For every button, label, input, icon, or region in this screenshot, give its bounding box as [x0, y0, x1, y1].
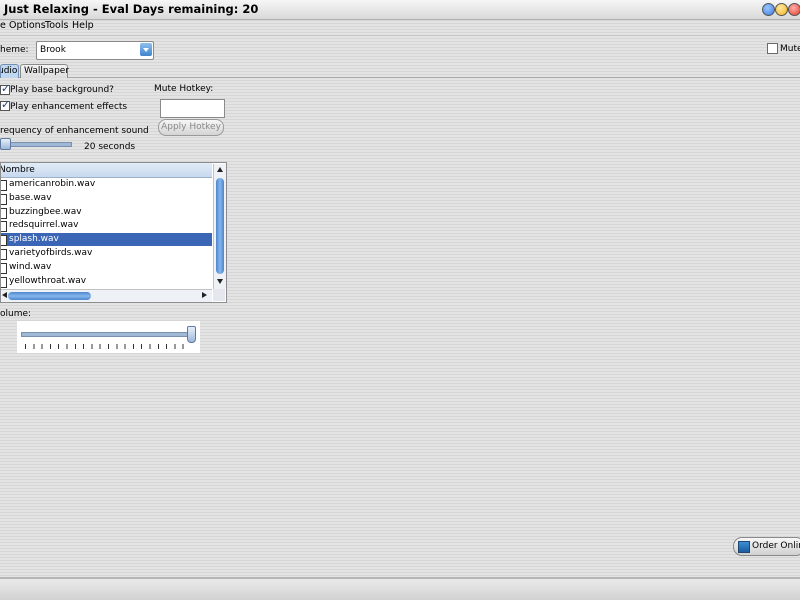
mute-label: Mute	[780, 44, 800, 54]
vertical-scroll-thumb[interactable]	[216, 178, 224, 274]
file-name: base.wav	[9, 192, 52, 203]
horizontal-scroll-thumb[interactable]	[8, 292, 91, 300]
play-base-label: Play base background?	[10, 85, 114, 95]
list-item[interactable]: splash.wav	[1, 233, 212, 247]
menu-bar: e Options Tools Help	[0, 19, 800, 34]
tab-audio[interactable]: udio	[0, 64, 19, 78]
tab-strip-divider	[0, 77, 800, 78]
theme-value: Brook	[40, 45, 66, 55]
minimize-icon[interactable]	[762, 3, 775, 16]
column-name-header: Nombre	[0, 165, 35, 175]
file-name: americanrobin.wav	[9, 179, 96, 189]
theme-select[interactable]: Brook	[36, 41, 154, 60]
chevron-down-icon[interactable]	[140, 43, 152, 56]
list-header[interactable]: Nombre	[1, 163, 212, 178]
file-name: varietyofbirds.wav	[9, 248, 93, 258]
file-icon	[1, 249, 7, 260]
play-effects-checkbox[interactable]	[0, 98, 10, 111]
volume-slider-thumb[interactable]	[187, 326, 196, 343]
file-name: redsquirrel.wav	[9, 220, 79, 231]
status-bar	[0, 579, 800, 600]
file-name: wind.wav	[9, 261, 52, 272]
maximize-icon[interactable]	[775, 3, 788, 16]
file-icon	[1, 235, 7, 247]
globe-icon	[738, 541, 750, 553]
title-bar: Just Relaxing - Eval Days remaining: 20	[0, 0, 800, 20]
file-name: yellowthroat.wav	[9, 275, 87, 286]
play-effects-label: Play enhancement effects	[10, 102, 128, 112]
mute-hotkey-label: Mute Hotkey:	[154, 84, 214, 94]
scroll-corner	[213, 289, 225, 301]
scroll-down-icon[interactable]	[217, 279, 223, 284]
vertical-scrollbar[interactable]	[213, 164, 226, 289]
list-item[interactable]: varietyofbirds.wav	[1, 247, 212, 260]
file-icon	[1, 276, 7, 288]
scroll-up-icon[interactable]	[217, 167, 223, 172]
play-base-checkbox[interactable]	[0, 82, 10, 95]
list-item[interactable]: americanrobin.wav	[1, 178, 212, 191]
window-title: Just Relaxing - Eval Days remaining: 20	[4, 2, 259, 16]
volume-slider-track[interactable]	[21, 332, 191, 337]
file-name: splash.wav	[9, 234, 59, 245]
order-online-label: Order Online	[752, 541, 800, 551]
volume-ticks	[25, 344, 191, 349]
frequency-slider-track[interactable]	[6, 142, 72, 147]
horizontal-scrollbar[interactable]	[1, 289, 212, 302]
menu-file[interactable]: e	[0, 20, 6, 31]
frequency-slider-thumb[interactable]	[0, 138, 11, 150]
order-online-button[interactable]: Order Online	[733, 537, 800, 556]
menu-help[interactable]: Help	[72, 20, 94, 31]
theme-label: heme:	[0, 45, 29, 55]
file-icon	[1, 207, 7, 219]
frequency-value: 20 seconds	[84, 142, 136, 152]
menu-tools[interactable]: Tools	[45, 20, 68, 31]
scroll-right-icon[interactable]	[202, 292, 207, 298]
file-icon	[1, 180, 7, 191]
volume-label: olume:	[0, 309, 32, 319]
mute-checkbox[interactable]	[767, 43, 778, 54]
apply-hotkey-label: Apply Hotkey	[161, 122, 221, 132]
sound-list[interactable]: Nombre americanrobin.wav base.wav buzzingb…	[0, 162, 227, 303]
file-name: buzzingbee.wav	[9, 206, 82, 217]
close-icon[interactable]	[788, 3, 800, 16]
mute-hotkey-input[interactable]	[160, 99, 225, 118]
menu-options[interactable]: Options	[9, 20, 46, 31]
list-item[interactable]: base.wav	[1, 192, 212, 205]
file-icon	[1, 221, 7, 233]
list-item[interactable]: wind.wav	[1, 261, 212, 274]
apply-hotkey-button[interactable]: Apply Hotkey	[158, 119, 224, 136]
list-item[interactable]: redsquirrel.wav	[1, 219, 212, 233]
scroll-left-icon[interactable]	[2, 292, 7, 298]
file-icon	[1, 262, 7, 274]
menu-divider	[0, 35, 800, 36]
file-icon	[1, 193, 7, 205]
volume-panel	[17, 321, 200, 353]
list-item[interactable]: yellowthroat.wav	[1, 275, 212, 288]
tab-audio-label: udio	[1, 66, 18, 76]
frequency-label: requency of enhancement sound	[0, 126, 149, 136]
tab-wallpaper[interactable]: Wallpaper	[20, 64, 70, 78]
tab-wallpaper-label: Wallpaper	[24, 66, 70, 76]
list-item[interactable]: buzzingbee.wav	[1, 206, 212, 219]
